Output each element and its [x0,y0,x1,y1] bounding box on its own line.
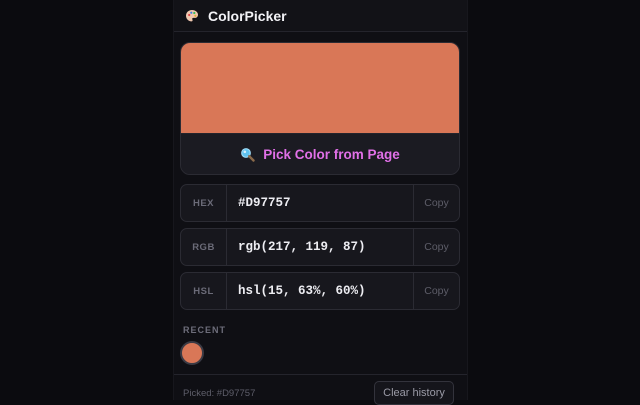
recent-label: RECENT [183,325,227,335]
pick-color-label: Pick Color from Page [263,147,400,162]
clear-history-button[interactable]: Clear history [374,381,454,405]
hsl-value[interactable]: hsl(15, 63%, 60%) [227,273,413,309]
app-header: ColorPicker [174,0,467,32]
hex-value[interactable]: #D97757 [227,185,413,221]
app-title: ColorPicker [208,7,287,24]
color-preview-card: Pick Color from Page [180,42,460,175]
rgb-format-label: RGB [181,229,227,265]
hex-format-label: HEX [181,185,227,221]
rgb-copy-button[interactable]: Copy [413,229,459,265]
rgb-row: RGB rgb(217, 119, 87) Copy [180,228,460,266]
hex-copy-button[interactable]: Copy [413,185,459,221]
hsl-copy-button[interactable]: Copy [413,273,459,309]
hsl-format-label: HSL [181,273,227,309]
rgb-value[interactable]: rgb(217, 119, 87) [227,229,413,265]
pick-color-button[interactable]: Pick Color from Page [181,133,459,174]
color-preview-swatch [181,43,459,133]
picked-status: Picked: #D97757 [183,388,256,399]
magnifier-icon [240,147,255,162]
palette-icon [185,9,199,23]
recent-swatch[interactable] [180,341,204,365]
colorpicker-panel: ColorPicker Pick Color from Page HEX #D9… [173,0,468,405]
footer: Picked: #D97757 Clear history [174,374,467,405]
hsl-row: HSL hsl(15, 63%, 60%) Copy [180,272,460,310]
hex-row: HEX #D97757 Copy [180,184,460,222]
